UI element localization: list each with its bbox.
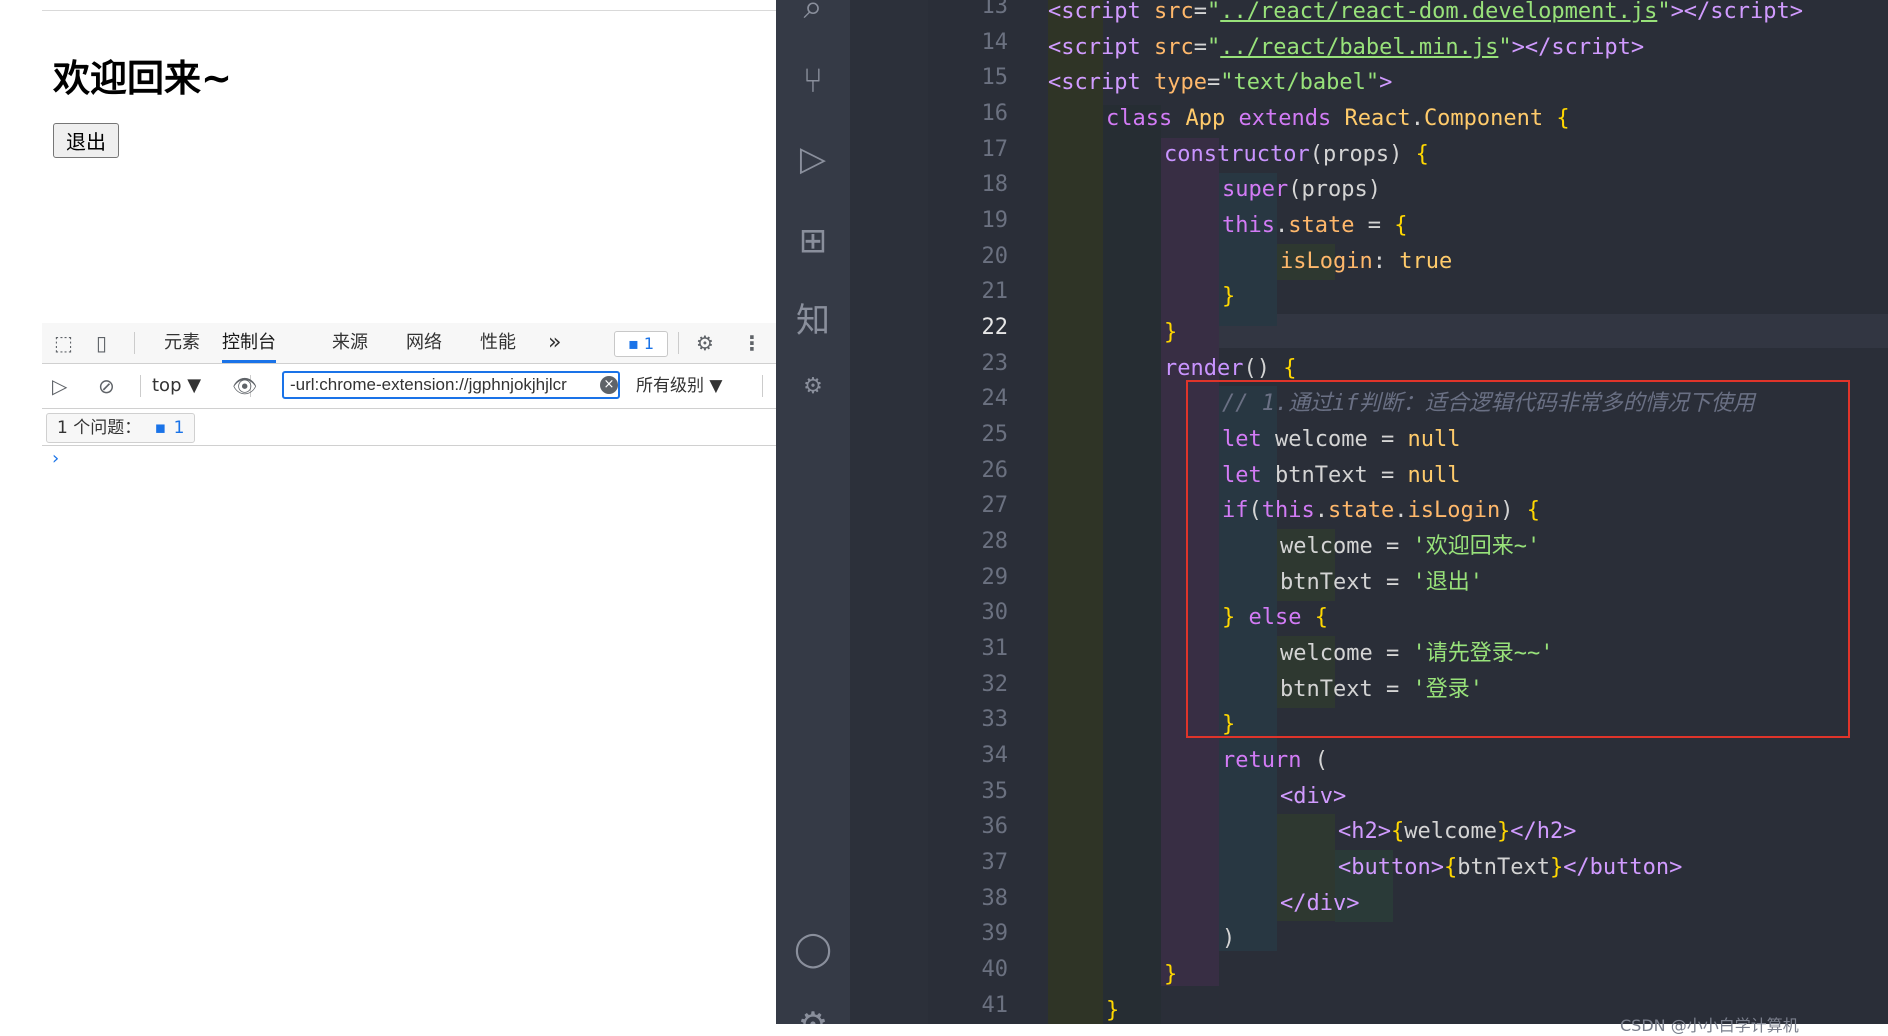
tab-console[interactable]: 控制台	[222, 323, 276, 363]
code-line: )	[1222, 926, 1236, 951]
message-icon: ▪	[627, 334, 639, 353]
search-icon[interactable]: ⌕	[788, 0, 838, 32]
line-number: 14	[981, 30, 1009, 55]
tab-performance[interactable]: 性能	[480, 323, 516, 363]
line-number-current: 22	[981, 315, 1009, 340]
line-number: 31	[981, 636, 1009, 661]
console-filter-input[interactable]	[282, 371, 620, 399]
line-number: 32	[981, 672, 1009, 697]
source-control-icon[interactable]: ⑂	[788, 56, 838, 106]
code-line: </div>	[1280, 891, 1360, 916]
line-number: 35	[981, 779, 1009, 804]
manage-icon[interactable]: ⚙	[788, 1000, 838, 1024]
issues-label: 1 个问题：	[57, 418, 142, 438]
line-number: 29	[981, 565, 1009, 590]
code-line: }	[1164, 962, 1178, 987]
line-number: 24	[981, 386, 1009, 411]
divider	[140, 375, 141, 397]
watermark: CSDN @小小白学计算机	[1620, 1016, 1799, 1035]
clear-filter-icon[interactable]: ×	[600, 376, 618, 394]
code-line: }	[1106, 998, 1120, 1023]
line-number: 38	[981, 886, 1009, 911]
device-toolbar-icon[interactable]: ▯	[96, 323, 107, 363]
code-line: return (	[1222, 748, 1328, 773]
issues-badge[interactable]: ▪ 1	[614, 331, 668, 357]
annotation-highlight-box	[1186, 380, 1850, 738]
divider	[134, 332, 135, 354]
issues-count: 1	[173, 418, 185, 438]
line-number: 39	[981, 921, 1009, 946]
issues-badge-count: 1	[643, 334, 655, 353]
zhihu-icon[interactable]: 知	[788, 296, 838, 346]
inspect-element-icon[interactable]: ⬚	[54, 323, 73, 363]
code-line: <script src="../react/react-dom.developm…	[1048, 0, 1804, 24]
sidebar-collapsed	[850, 0, 928, 1024]
activity-bar: ⌕ ⑂ ▷ ⊞ 知 ⚙ ◯ ⚙	[776, 0, 850, 1024]
line-number: 33	[981, 707, 1009, 732]
code-line: super(props)	[1222, 177, 1381, 202]
indent-guide	[1048, 0, 1103, 1024]
account-icon[interactable]: ◯	[788, 924, 838, 974]
devtools-tabbar: ⬚ ▯ 元素 控制台 来源 网络 性能 » ▪ 1 ⚙ ⋮	[42, 323, 776, 364]
devtools-panel: ⬚ ▯ 元素 控制台 来源 网络 性能 » ▪ 1 ⚙ ⋮ ▷ ⊘ top ▼ …	[42, 323, 776, 1024]
line-number: 27	[981, 493, 1009, 518]
indent-guide	[1103, 105, 1161, 1024]
line-number: 16	[981, 101, 1009, 126]
code-line: class App extends React.Component {	[1106, 106, 1570, 131]
line-number: 23	[981, 351, 1009, 376]
code-line: <div>	[1280, 784, 1347, 809]
line-number-gutter: 13 14 15 16 17 18 19 20 21 22 23 24 25 2…	[928, 0, 1048, 1024]
code-line: <script type="text/babel">	[1048, 70, 1393, 95]
logout-button[interactable]: 退出	[53, 123, 119, 158]
eye-icon[interactable]: 👁	[232, 364, 257, 408]
gear-icon[interactable]: ⚙	[696, 323, 714, 363]
line-number: 20	[981, 244, 1009, 269]
settings-icon[interactable]: ⚙	[788, 362, 838, 412]
line-number: 21	[981, 279, 1009, 304]
issues-counter[interactable]: 1 个问题： ▪ 1	[46, 413, 196, 443]
code-line: <button>{btnText}</button>	[1338, 855, 1683, 880]
page-heading: 欢迎回来~	[53, 57, 233, 100]
line-number: 17	[981, 137, 1009, 162]
code-line: this.state = {	[1222, 213, 1408, 238]
code-line: <script src="../react/babel.min.js"></sc…	[1048, 35, 1645, 60]
code-line: }	[1164, 320, 1178, 345]
sidebar-toggle-icon[interactable]: ▷	[52, 364, 67, 408]
line-number: 36	[981, 814, 1009, 839]
code-line: }	[1222, 284, 1236, 309]
line-number: 41	[981, 993, 1009, 1018]
line-number: 40	[981, 957, 1009, 982]
message-icon: ▪	[154, 418, 167, 438]
log-level-select[interactable]: 所有级别 ▼	[636, 364, 722, 408]
issues-row: 1 个问题： ▪ 1	[42, 409, 776, 446]
line-number: 19	[981, 208, 1009, 233]
line-number: 26	[981, 458, 1009, 483]
divider	[762, 375, 763, 397]
browser-viewport: 欢迎回来~ 退出 ⬚ ▯ 元素 控制台 来源 网络 性能 » ▪ 1 ⚙ ⋮ ▷…	[0, 0, 776, 1024]
run-debug-icon[interactable]: ▷	[788, 134, 838, 184]
line-number: 13	[981, 0, 1009, 19]
code-line: isLogin: true	[1280, 249, 1453, 274]
line-number: 15	[981, 65, 1009, 90]
tab-network[interactable]: 网络	[406, 323, 442, 363]
more-options-icon[interactable]: ⋮	[742, 323, 762, 363]
line-number: 30	[981, 600, 1009, 625]
line-number: 34	[981, 743, 1009, 768]
more-tabs-button[interactable]: »	[548, 323, 561, 363]
line-number: 37	[981, 850, 1009, 875]
code-line: <h2>{welcome}</h2>	[1338, 819, 1577, 844]
tab-sources[interactable]: 来源	[332, 323, 368, 363]
console-prompt[interactable]: ›	[52, 448, 59, 469]
console-toolbar: ▷ ⊘ top ▼ 👁 × 所有级别 ▼	[42, 364, 776, 409]
divider	[678, 332, 679, 354]
line-number: 28	[981, 529, 1009, 554]
extensions-icon[interactable]: ⊞	[788, 216, 838, 266]
line-number: 25	[981, 422, 1009, 447]
line-number: 18	[981, 172, 1009, 197]
divider	[42, 10, 776, 11]
tab-elements[interactable]: 元素	[164, 323, 200, 363]
clear-console-icon[interactable]: ⊘	[98, 364, 115, 408]
context-select[interactable]: top ▼	[152, 364, 201, 408]
code-line: constructor(props) {	[1164, 142, 1429, 167]
